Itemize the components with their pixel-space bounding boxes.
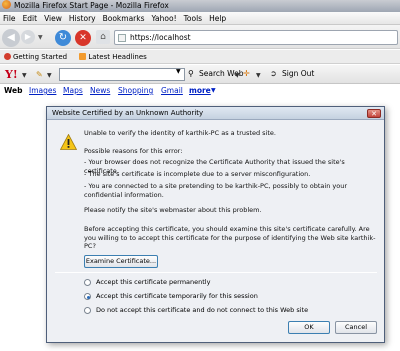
menu-edit[interactable]: Edit bbox=[23, 14, 38, 23]
search-input-dropdown-icon[interactable]: ▼ bbox=[176, 68, 181, 75]
yahoo-menu-dropdown-icon[interactable]: ▼ bbox=[22, 72, 27, 79]
back-button[interactable]: ◀ bbox=[2, 29, 20, 47]
bookmark-label: Latest Headlines bbox=[88, 53, 147, 61]
close-button[interactable]: ✕ bbox=[367, 109, 381, 118]
yahoo-search-input[interactable] bbox=[59, 68, 185, 81]
stop-icon: ✕ bbox=[79, 33, 87, 43]
radio-label: Do not accept this certificate and do no… bbox=[96, 306, 309, 314]
reasons-heading: Possible reasons for this error: bbox=[84, 147, 183, 155]
window-titlebar: Mozilla Firefox Start Page - Mozilla Fir… bbox=[0, 0, 400, 12]
menu-view[interactable]: View bbox=[44, 14, 62, 23]
menu-bar: File Edit View History Bookmarks Yahoo! … bbox=[0, 12, 400, 25]
highlight-icon[interactable]: ✛ bbox=[243, 69, 250, 78]
stop-button[interactable]: ✕ bbox=[75, 30, 91, 46]
menu-file[interactable]: File bbox=[3, 14, 16, 23]
divider bbox=[55, 272, 377, 273]
dialog-title: Website Certified by an Unknown Authorit… bbox=[52, 109, 204, 117]
radio-label: Accept this certificate temporarily for … bbox=[96, 292, 258, 300]
close-icon: ✕ bbox=[371, 110, 377, 118]
search-link-shopping[interactable]: Shopping bbox=[118, 85, 153, 97]
notify-text: Please notify the site's webmaster about… bbox=[84, 206, 262, 214]
reload-icon: ↻ bbox=[58, 32, 68, 43]
examine-certificate-button[interactable]: Examine Certificate... bbox=[84, 255, 158, 268]
bookmark-label: Getting Started bbox=[13, 53, 68, 61]
cancel-button[interactable]: Cancel bbox=[335, 321, 377, 334]
bookmark-getting-started[interactable]: Getting Started bbox=[4, 50, 67, 64]
firefox-icon bbox=[2, 0, 11, 9]
radio-do-not-accept[interactable] bbox=[84, 307, 91, 314]
sign-out-icon: ➲ bbox=[270, 69, 277, 78]
pencil-icon[interactable]: ✎ bbox=[36, 70, 43, 79]
sign-out-button[interactable]: Sign Out bbox=[282, 69, 314, 78]
search-link-gmail[interactable]: Gmail bbox=[161, 85, 183, 97]
more-dropdown-icon[interactable]: ▼ bbox=[211, 85, 216, 97]
search-link-more[interactable]: more bbox=[189, 85, 211, 97]
search-link-maps[interactable]: Maps bbox=[63, 85, 83, 97]
reason-item: - You are connected to a site pretending… bbox=[84, 182, 347, 199]
search-links-row: Web Images Maps News Shopping Gmail more… bbox=[0, 85, 400, 97]
certificate-dialog: Website Certified by an Unknown Authorit… bbox=[46, 106, 385, 343]
bookmark-latest-headlines[interactable]: Latest Headlines bbox=[79, 50, 147, 64]
home-icon: ⌂ bbox=[100, 32, 106, 42]
search-link-news[interactable]: News bbox=[90, 85, 110, 97]
menu-history[interactable]: History bbox=[69, 14, 96, 23]
yahoo-logo[interactable]: Y! bbox=[5, 68, 18, 81]
yahoo-toolbar: Y! ▼ ✎ ▼ ▼ ⚲ Search Web ▼ ✛ ▼ ➲ Sign Out bbox=[0, 65, 400, 84]
menu-bookmarks[interactable]: Bookmarks bbox=[103, 14, 145, 23]
forward-arrow-icon: ▶ bbox=[24, 32, 32, 41]
pencil-dropdown-icon[interactable]: ▼ bbox=[47, 72, 52, 79]
examine-prompt: Before accepting this certificate, you s… bbox=[84, 225, 376, 250]
radio-label: Accept this certificate permanently bbox=[96, 278, 211, 286]
ok-button[interactable]: OK bbox=[288, 321, 330, 334]
menu-yahoo[interactable]: Yahoo! bbox=[152, 14, 177, 23]
rss-icon bbox=[79, 53, 87, 60]
firefox-bookmark-icon bbox=[4, 53, 11, 60]
menu-help[interactable]: Help bbox=[209, 14, 226, 23]
navigation-toolbar: ◀ ▶ ▼ ↻ ✕ ⌂ https://localhost bbox=[0, 25, 400, 49]
back-arrow-icon: ◀ bbox=[7, 32, 15, 43]
menu-tools[interactable]: Tools bbox=[184, 14, 202, 23]
window-title: Mozilla Firefox Start Page - Mozilla Fir… bbox=[14, 1, 169, 10]
reload-button[interactable]: ↻ bbox=[55, 30, 71, 46]
bookmarks-toolbar: Getting Started Latest Headlines bbox=[0, 50, 400, 64]
search-icon[interactable]: ⚲ bbox=[188, 69, 194, 78]
forward-button[interactable]: ▶ bbox=[21, 30, 35, 44]
search-link-images[interactable]: Images bbox=[29, 85, 56, 97]
dialog-titlebar: Website Certified by an Unknown Authorit… bbox=[47, 107, 384, 120]
url-text[interactable]: https://localhost bbox=[130, 33, 191, 42]
reason-item: - The site's certificate is incomplete d… bbox=[84, 170, 311, 178]
history-dropdown-icon[interactable]: ▼ bbox=[38, 34, 43, 41]
radio-accept-temporarily[interactable] bbox=[84, 293, 91, 300]
url-bar[interactable]: https://localhost bbox=[114, 30, 398, 45]
home-button[interactable]: ⌂ bbox=[96, 30, 110, 44]
radio-accept-permanently[interactable] bbox=[84, 279, 91, 286]
dialog-intro: Unable to verify the identity of karthik… bbox=[84, 129, 276, 137]
page-icon bbox=[118, 34, 126, 42]
search-link-web[interactable]: Web bbox=[4, 85, 22, 97]
warning-icon bbox=[60, 134, 77, 150]
highlight-dropdown-icon[interactable]: ▼ bbox=[256, 72, 261, 79]
search-web-dropdown-icon[interactable]: ▼ bbox=[235, 72, 240, 79]
